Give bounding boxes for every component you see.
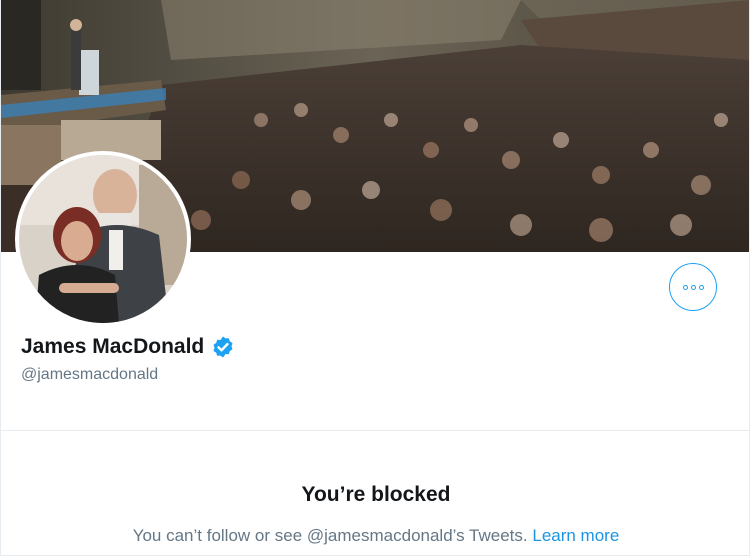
- profile-avatar[interactable]: [15, 151, 191, 327]
- blocked-message: You can’t follow or see @jamesmacdonald’…: [132, 526, 533, 545]
- more-options-button[interactable]: [669, 263, 717, 311]
- learn-more-link[interactable]: Learn more: [532, 526, 619, 545]
- display-name: James MacDonald: [21, 335, 205, 358]
- profile-name-row: James MacDonald: [21, 335, 235, 359]
- blocked-message-row: You can’t follow or see @jamesmacdonald’…: [1, 526, 749, 546]
- more-options-icon: [682, 284, 704, 290]
- profile-handle: @jamesmacdonald: [21, 366, 159, 383]
- blocked-title: You’re blocked: [301, 483, 451, 506]
- section-divider: [1, 430, 749, 431]
- verified-badge-icon: [213, 336, 233, 358]
- profile-page: James MacDonald @jamesmacdonald You’re b…: [0, 0, 750, 556]
